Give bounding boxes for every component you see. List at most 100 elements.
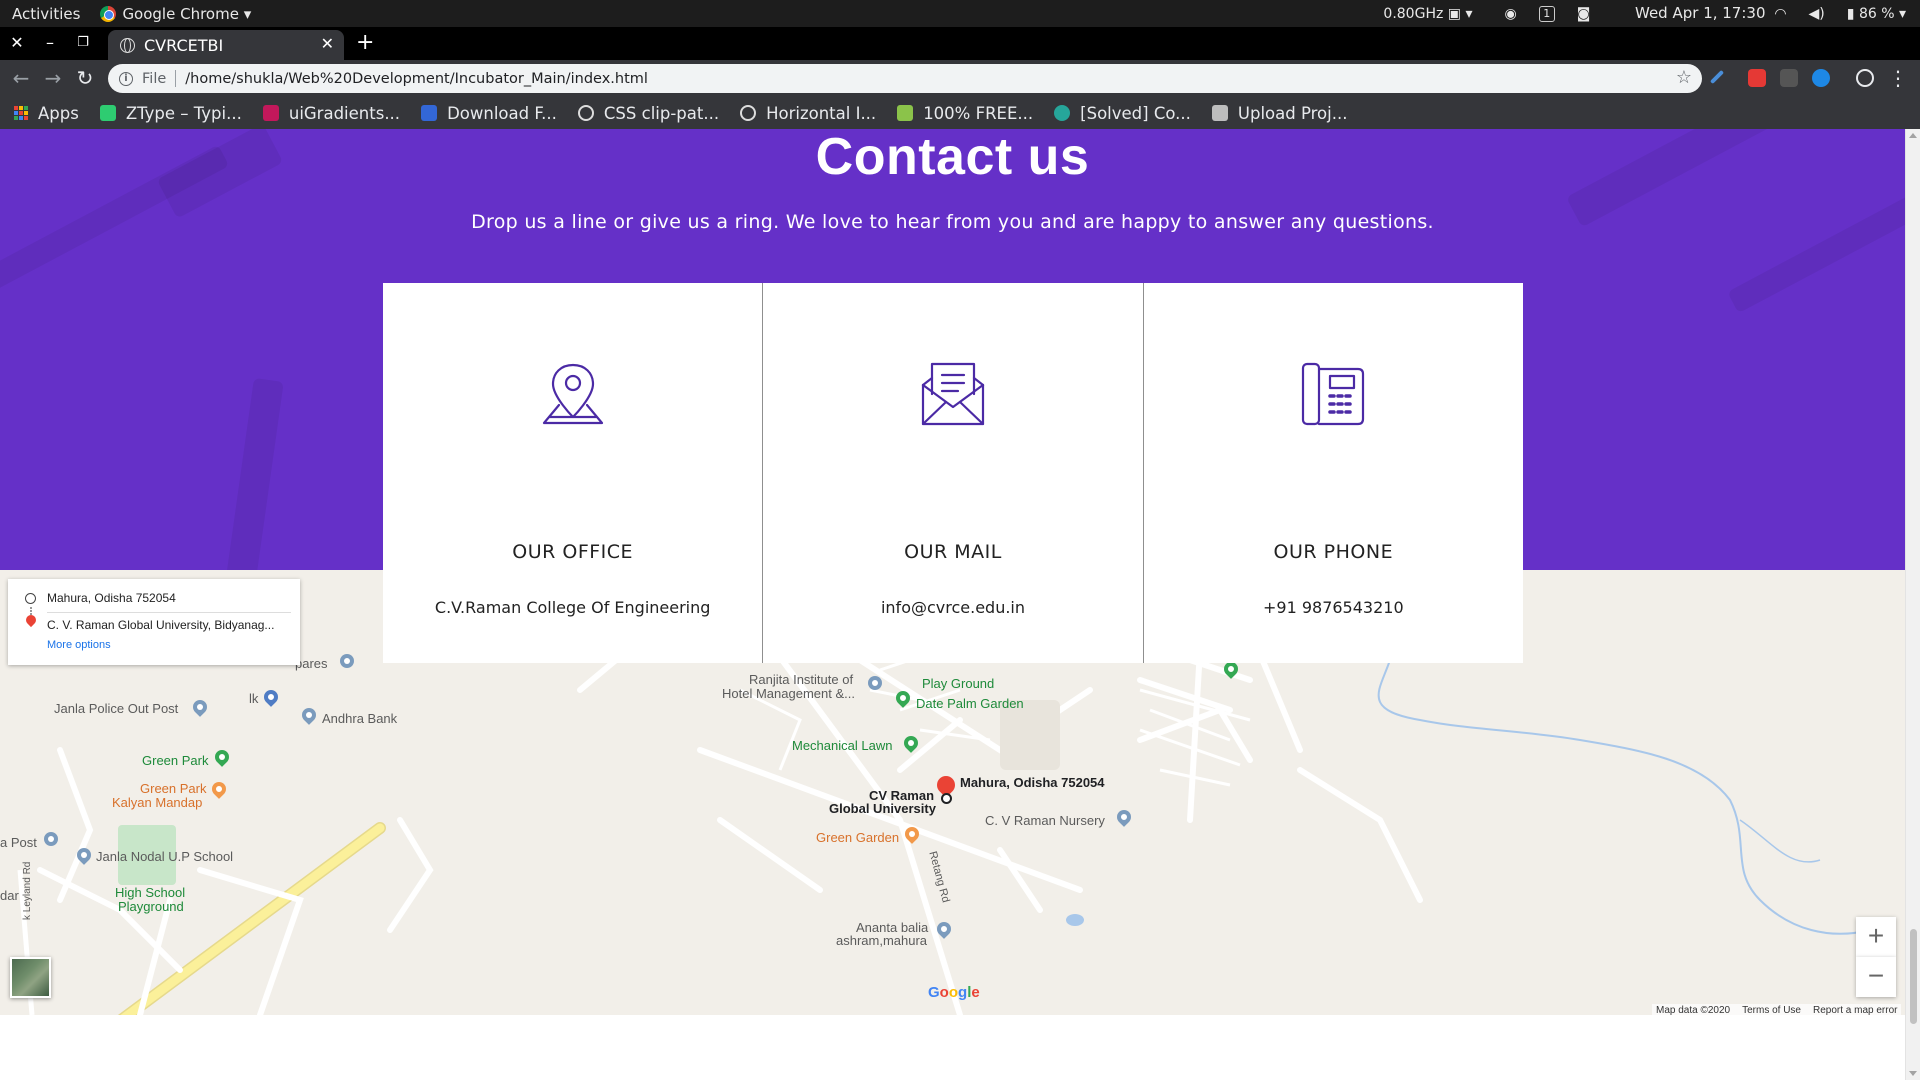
new-tab-icon[interactable]: + (356, 30, 374, 56)
upload-favicon-icon (1211, 105, 1228, 121)
zoom-out-button[interactable]: − (1856, 957, 1896, 997)
phone-number[interactable]: +91 9876543210 (1144, 598, 1523, 617)
map-label: k Leyland Rd (22, 861, 33, 920)
camera-icon[interactable]: ◙ (1577, 6, 1591, 22)
background-decoration (226, 377, 284, 570)
free-favicon-icon (897, 105, 914, 121)
map-label: Ranjita Institute of (749, 672, 854, 687)
bookmark-uigradients[interactable]: uiGradients... (262, 103, 401, 123)
bookmark-download[interactable]: Download F... (421, 104, 557, 123)
bookmark-label: 100% FREE... (923, 103, 1034, 123)
page-title: Contact us (815, 129, 1090, 186)
minimize-window-icon[interactable]: – (38, 31, 62, 55)
bookmark-upload[interactable]: Upload Proj... (1211, 104, 1347, 123)
tab-close-icon[interactable]: ✕ (321, 34, 334, 53)
bookmark-apps[interactable]: Apps (14, 104, 79, 123)
wifi-icon[interactable]: ◠ (1774, 6, 1786, 22)
map-label: a Post (0, 835, 37, 850)
terms-of-use-link[interactable]: Terms of Use (1742, 1005, 1801, 1016)
mail-card: OUR MAIL info@cvrce.edu.in (763, 283, 1144, 663)
user-avatar-icon[interactable]: ◉ (1505, 6, 1517, 22)
profile-avatar-icon[interactable] (1856, 69, 1874, 87)
bookmark-solved[interactable]: [Solved] Co... (1054, 104, 1191, 123)
workspace-indicator[interactable]: 1 (1538, 5, 1555, 22)
mail-address[interactable]: info@cvrce.edu.in (763, 598, 1142, 617)
map-label: Green Garden (816, 830, 900, 845)
map-label: Play Ground (922, 676, 995, 691)
pen-extension-icon[interactable] (1709, 69, 1725, 85)
site-info-icon[interactable]: i (119, 71, 133, 86)
zoom-in-button[interactable]: + (1856, 917, 1896, 957)
scroll-down-icon[interactable] (1909, 1071, 1917, 1076)
origin-marker-icon[interactable] (941, 793, 952, 804)
bookmark-css-clip-path[interactable]: CSS clip-pat... (577, 104, 719, 123)
map-label: High School (115, 885, 186, 900)
scroll-up-icon[interactable] (1909, 133, 1917, 138)
office-card: OUR OFFICE C.V.Raman College Of Engineer… (383, 283, 764, 663)
mail-envelope-icon (921, 362, 985, 426)
battery-indicator[interactable]: ▮ 86 % ▾ (1847, 6, 1906, 22)
office-title: OUR OFFICE (512, 541, 634, 563)
more-options-link[interactable]: More options (47, 639, 111, 651)
url-scheme: File (142, 70, 167, 87)
url-separator (175, 70, 177, 87)
url-text: /home/shukla/Web%20Development/Incubator… (185, 70, 648, 87)
ztype-favicon-icon (99, 105, 116, 121)
report-map-error-link[interactable]: Report a map error (1813, 1005, 1897, 1016)
google-logo: Google (928, 984, 980, 1001)
map-label: Hotel Management &... (722, 686, 855, 701)
tab-active[interactable]: CVRCETBI ✕ (108, 30, 344, 60)
red-extension-icon[interactable] (1748, 69, 1766, 87)
bookmark-label: ZType – Typi... (125, 103, 242, 123)
restore-window-icon[interactable]: ❐ (71, 31, 95, 55)
map-label: Kalyan Mandap (112, 795, 203, 810)
bookmark-ztype[interactable]: ZType – Typi... (99, 103, 242, 123)
contact-cards: OUR OFFICE C.V.Raman College Of Engineer… (383, 283, 1523, 663)
bookmark-free[interactable]: 100% FREE... (897, 104, 1033, 123)
menu-kebab-icon[interactable]: ⋮ (1886, 66, 1910, 90)
address-bar[interactable]: i File /home/shukla/Web%20Development/In… (108, 64, 1702, 93)
bookmark-label: uiGradients... (288, 103, 401, 123)
map-label: Playground (118, 899, 184, 914)
map-label: Mechanical Lawn (792, 738, 893, 753)
satellite-view-toggle[interactable] (10, 957, 51, 998)
map-label: ashram,mahura (836, 933, 928, 948)
back-icon[interactable]: ← (9, 66, 33, 90)
bookmark-star-icon[interactable]: ☆ (1676, 67, 1692, 88)
apps-grid-icon (14, 106, 28, 120)
blue-extension-icon[interactable] (1812, 69, 1830, 87)
clock[interactable]: Wed Apr 1, 17:30 (1635, 0, 1766, 27)
download-favicon-icon (421, 105, 438, 121)
map-label: Green Park (140, 781, 207, 796)
bookmark-label: [Solved] Co... (1080, 103, 1191, 123)
school-poi-icon (340, 654, 354, 668)
codepen-favicon-icon (577, 105, 594, 121)
map-label: Andhra Bank (322, 711, 398, 726)
solved-favicon-icon (1054, 105, 1071, 121)
volume-icon[interactable]: ◀) (1809, 6, 1825, 22)
bookmark-horizontal[interactable]: Horizontal I... (740, 104, 876, 123)
destination-pin-icon (23, 612, 39, 628)
browser-toolbar: ← → ↻ i File /home/shukla/Web%20Developm… (0, 60, 1920, 97)
bookmark-label: Apps (38, 103, 79, 123)
dropdown-arrow-icon: ▾ (243, 4, 252, 23)
mail-title: OUR MAIL (904, 541, 1002, 563)
bookmark-label: Horizontal I... (766, 103, 877, 123)
page-scrollbar[interactable] (1905, 129, 1920, 1080)
activities-button[interactable]: Activities (12, 5, 80, 23)
forward-icon[interactable]: → (41, 66, 65, 90)
app-menu[interactable]: Google Chrome ▾ (100, 5, 251, 23)
dark-extension-icon[interactable] (1780, 69, 1798, 87)
map-label: Global University (829, 801, 936, 816)
reload-icon[interactable]: ↻ (73, 66, 97, 90)
map-label: Date Palm Garden (916, 696, 1024, 711)
directions-divider (47, 612, 291, 613)
cpu-indicator[interactable]: 0.80GHz ▣ ▾ (1383, 6, 1472, 22)
tab-strip: ✕ – ❐ CVRCETBI ✕ + (0, 27, 1920, 60)
map-footer: Map data ©2020 Terms of Use Report a map… (1652, 1004, 1902, 1017)
phone-title: OUR PHONE (1273, 541, 1394, 563)
close-window-icon[interactable]: ✕ (5, 31, 29, 55)
directions-destination: C. V. Raman Global University, Bidyanag.… (47, 618, 275, 632)
scrollbar-thumb[interactable] (1910, 929, 1917, 1024)
cpu-chip-icon: ▣ (1447, 5, 1462, 22)
